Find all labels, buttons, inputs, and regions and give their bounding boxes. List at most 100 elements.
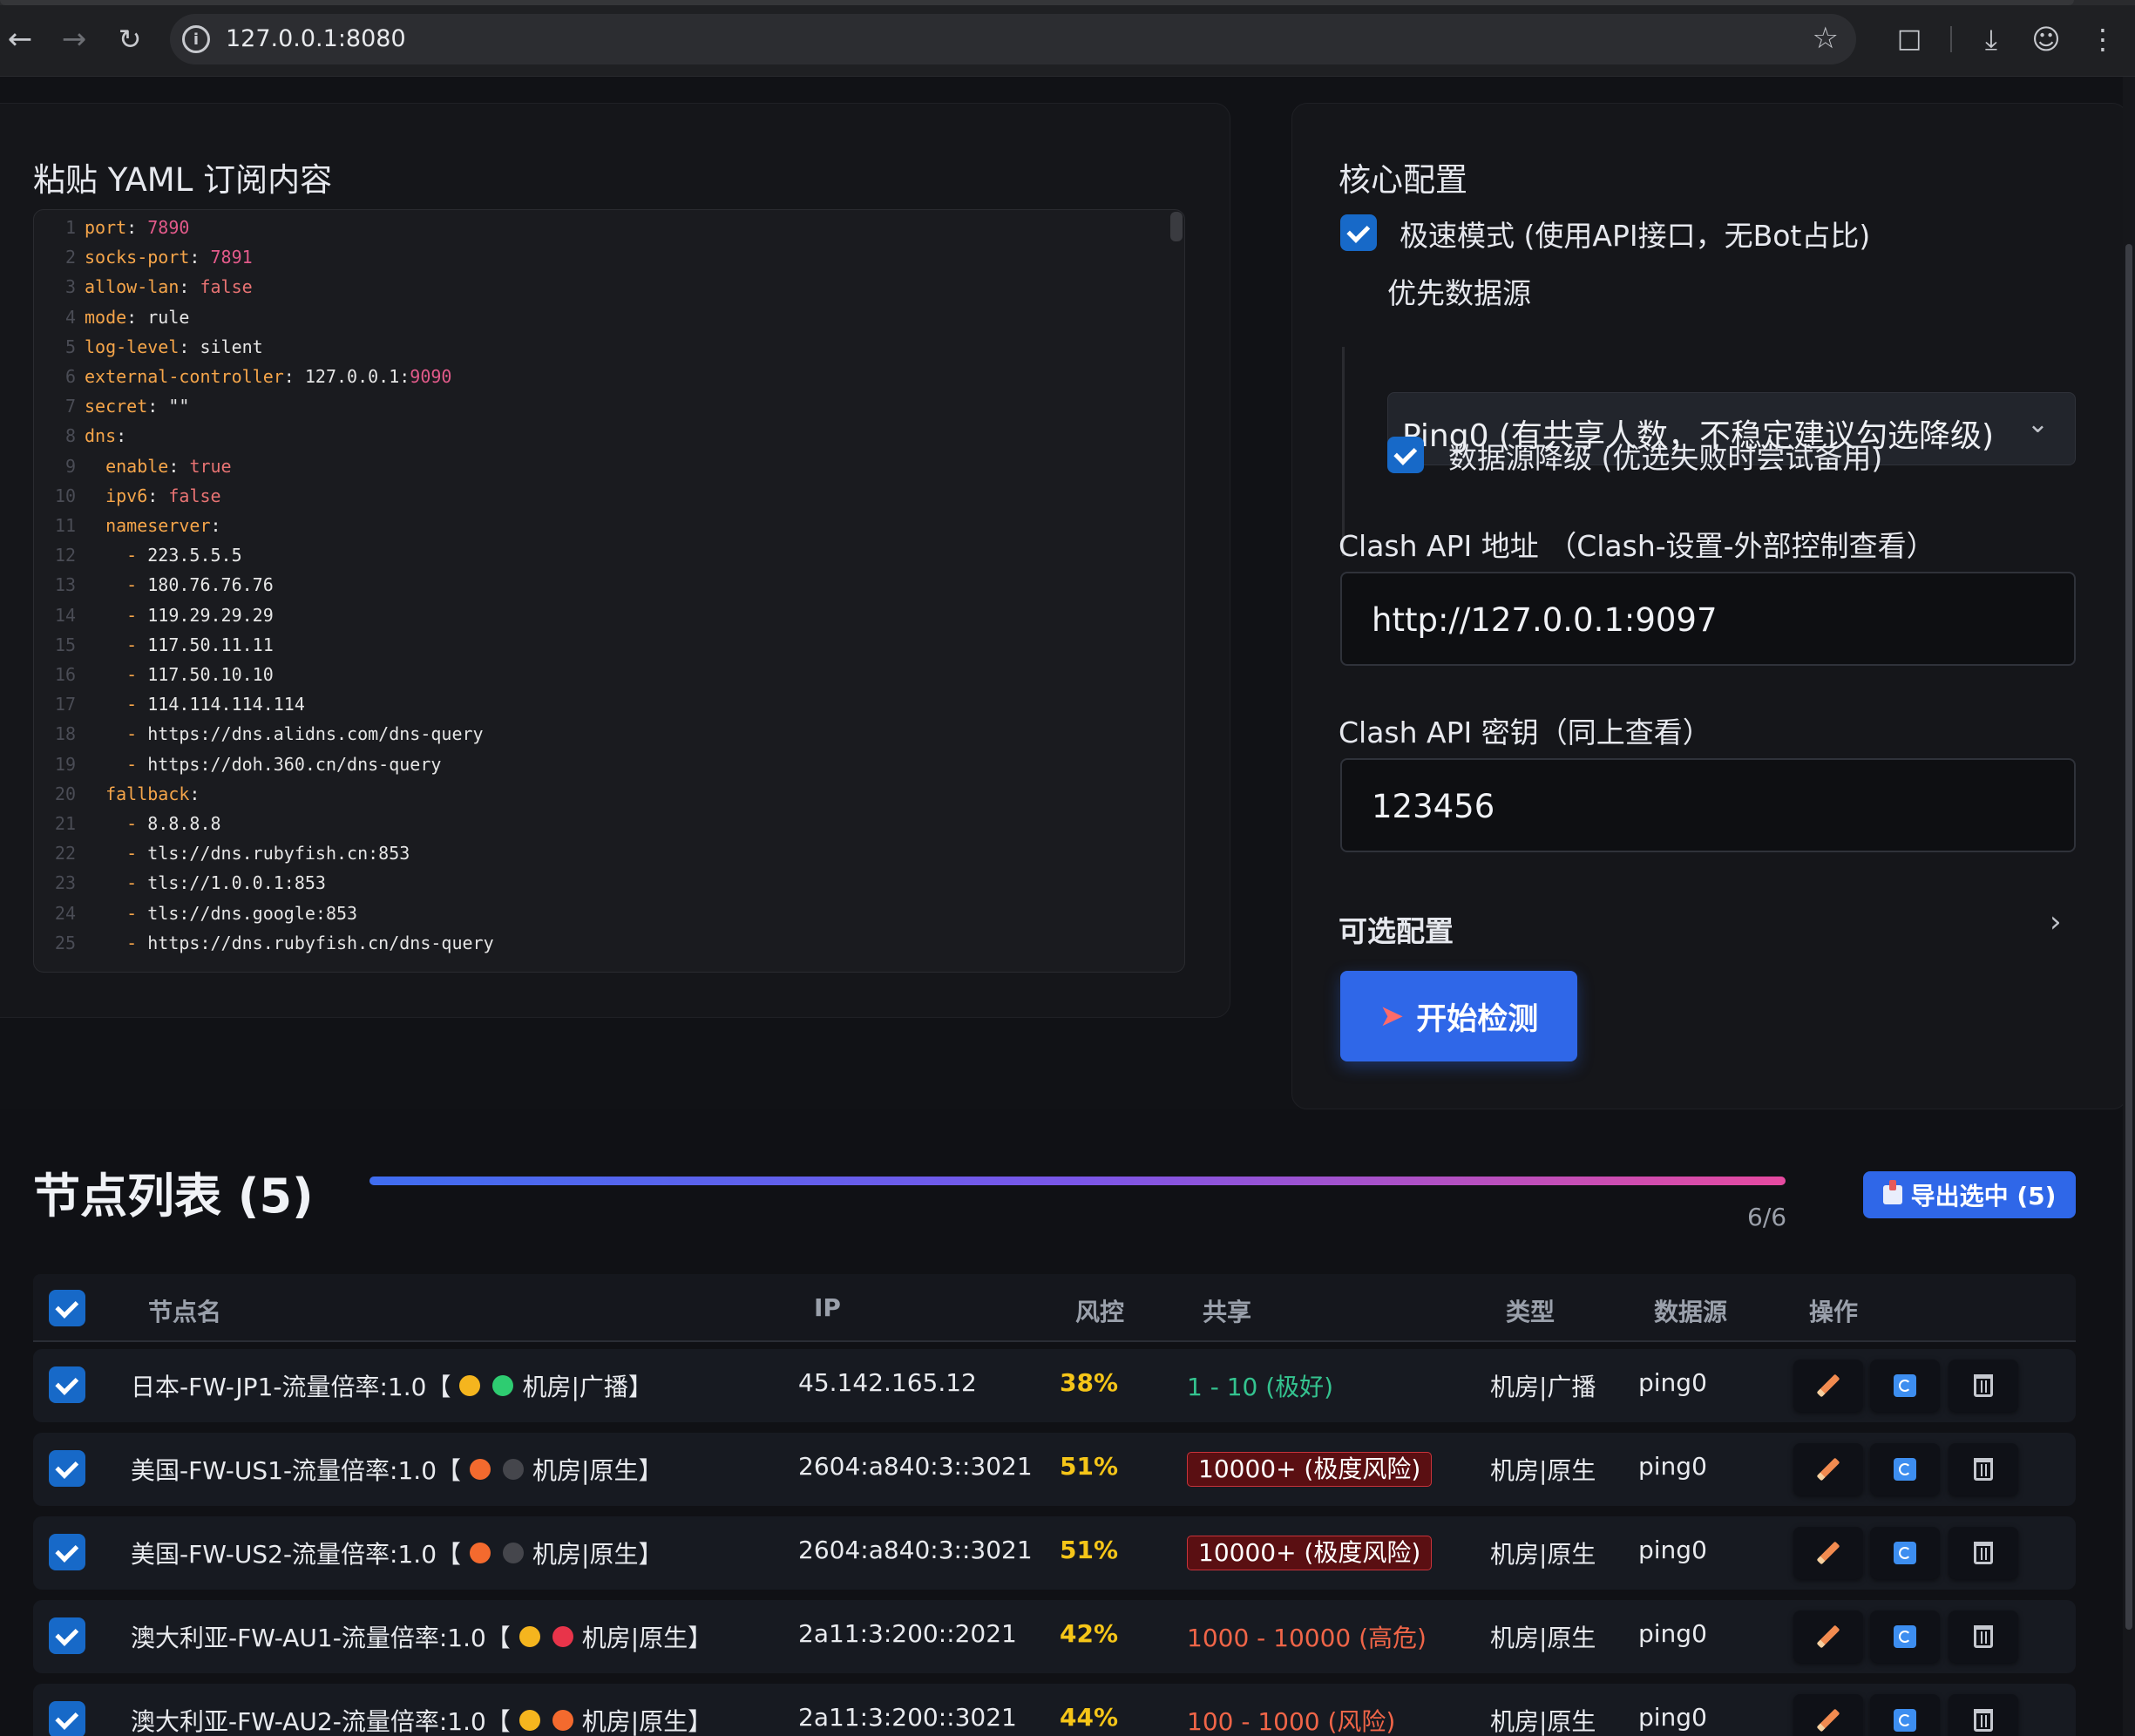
status-dot-icon [503, 1543, 525, 1563]
select-all-checkbox[interactable] [49, 1290, 85, 1326]
code-line[interactable]: 25 - https://dns.rubyfish.cn/dns-query [34, 932, 1167, 962]
delete-button[interactable] [1949, 1611, 2018, 1663]
row-checkbox[interactable] [49, 1366, 85, 1403]
code-token: mode [85, 306, 127, 328]
code-line[interactable]: 11 nameserver: [34, 515, 1167, 545]
edit-button[interactable] [1793, 1694, 1863, 1736]
code-token: tls://dns.google:853 [147, 902, 358, 924]
recheck-button[interactable] [1870, 1611, 1940, 1663]
api-secret-input[interactable]: 123456 [1340, 758, 2076, 852]
header-name[interactable]: 节点名 [148, 1293, 221, 1328]
recheck-button[interactable] [1870, 1443, 1940, 1495]
table-row[interactable]: 美国-FW-US1-流量倍率:1.0【 机房|原生】 2604:a840:3::30… [33, 1433, 2076, 1506]
header-type[interactable]: 类型 [1506, 1293, 1555, 1328]
export-selected-button[interactable]: 导出选中 (5) [1863, 1171, 2076, 1218]
code-line[interactable]: 9 enable: true [34, 456, 1167, 485]
delete-button[interactable] [1949, 1443, 2018, 1495]
code-line[interactable]: 3 allow-lan: false [34, 276, 1167, 306]
code-token: enable [105, 455, 169, 477]
row-checkbox[interactable] [49, 1450, 85, 1487]
page-scrollbar[interactable] [2123, 77, 2135, 1736]
code-line[interactable]: 4 mode: rule [34, 307, 1167, 336]
code-token: : [168, 455, 190, 477]
code-line[interactable]: 24 - tls://dns.google:853 [34, 903, 1167, 932]
active-tab[interactable] [0, 0, 2074, 5]
chevron-right-icon[interactable]: › [2050, 905, 2062, 939]
header-source[interactable]: 数据源 [1654, 1293, 1727, 1328]
code-line[interactable]: 10 ipv6: false [34, 485, 1167, 515]
address-bar[interactable]: i 127.0.0.1:8080 ☆ [170, 14, 1856, 64]
recheck-button[interactable] [1870, 1360, 1940, 1412]
code-token: log-level [85, 336, 180, 357]
menu-kebab-icon[interactable]: ⋮ [2083, 19, 2123, 59]
code-line[interactable]: 6 external-controller: 127.0.0.1:9090 [34, 366, 1167, 396]
page-scrollbar-thumb[interactable] [2125, 244, 2132, 1630]
node-name-prefix: 美国-FW-US1-流量倍率:1.0【 [131, 1456, 462, 1485]
extensions-icon[interactable]: □ [1889, 19, 1929, 59]
start-check-button[interactable]: ➤ 开始检测 [1340, 971, 1577, 1061]
node-ip: 2a11:3:200::2021 [798, 1619, 1017, 1648]
site-info-icon[interactable]: i [182, 25, 210, 53]
line-number: 13 [54, 574, 76, 596]
code-line[interactable]: 14 - 119.29.29.29 [34, 605, 1167, 634]
code-token: 180.76.76.76 [147, 574, 274, 596]
code-line[interactable]: 19 - https://doh.360.cn/dns-query [34, 754, 1167, 783]
recheck-button[interactable] [1870, 1527, 1940, 1579]
code-line[interactable]: 5 log-level: silent [34, 336, 1167, 366]
table-row[interactable]: 澳大利亚-FW-AU1-流量倍率:1.0【 机房|原生】 2a11:3:200::2… [33, 1600, 2076, 1673]
fallback-checkbox[interactable] [1387, 437, 1424, 473]
code-text: - tls://dns.rubyfish.cn:853 [85, 843, 410, 864]
code-line[interactable]: 16 - 117.50.10.10 [34, 664, 1167, 694]
delete-button[interactable] [1949, 1360, 2018, 1412]
header-risk[interactable]: 风控 [1075, 1293, 1124, 1328]
table-row[interactable]: 美国-FW-US2-流量倍率:1.0【 机房|原生】 2604:a840:3::30… [33, 1516, 2076, 1590]
code-line[interactable]: 23 - tls://1.0.0.1:853 [34, 872, 1167, 902]
delete-button[interactable] [1949, 1694, 2018, 1736]
status-dot-icon [459, 1375, 481, 1396]
table-row[interactable]: 澳大利亚-FW-AU2-流量倍率:1.0【 机房|原生】 2a11:3:200::3… [33, 1684, 2076, 1736]
code-line[interactable]: 22 - tls://dns.rubyfish.cn:853 [34, 843, 1167, 872]
optional-config-toggle[interactable]: 可选配置 [1339, 908, 1454, 950]
address-url[interactable]: 127.0.0.1:8080 [226, 25, 406, 52]
header-share[interactable]: 共享 [1203, 1293, 1251, 1328]
code-line[interactable]: 1 port: 7890 [34, 217, 1167, 247]
table-row[interactable]: 日本-FW-JP1-流量倍率:1.0【 机房|广播】 45.142.165.12 38… [33, 1349, 2076, 1422]
code-line[interactable]: 13 - 180.76.76.76 [34, 574, 1167, 604]
edit-button[interactable] [1793, 1360, 1863, 1412]
row-checkbox[interactable] [49, 1701, 85, 1736]
edit-button[interactable] [1793, 1443, 1863, 1495]
profile-icon[interactable]: ☺ [2026, 19, 2066, 59]
recheck-button[interactable] [1870, 1694, 1940, 1736]
node-type: 机房|广播 [1490, 1373, 1596, 1401]
forward-arrow-icon[interactable]: → [54, 19, 94, 59]
code-line[interactable]: 17 - 114.114.114.114 [34, 694, 1167, 723]
code-line[interactable]: 8 dns: [34, 425, 1167, 455]
code-line[interactable]: 7 secret: "" [34, 396, 1167, 425]
row-checkbox[interactable] [49, 1534, 85, 1570]
editor-scrollbar[interactable] [1170, 212, 1183, 241]
header-ip[interactable]: IP [814, 1293, 841, 1322]
code-line[interactable]: 21 - 8.8.8.8 [34, 813, 1167, 843]
fast-mode-checkbox[interactable] [1340, 214, 1377, 251]
row-checkbox[interactable] [49, 1617, 85, 1654]
code-text: socks-port: 7891 [85, 247, 253, 268]
edit-button[interactable] [1793, 1611, 1863, 1663]
code-line[interactable]: 20 fallback: [34, 783, 1167, 813]
back-arrow-icon[interactable]: ← [0, 19, 40, 59]
code-line[interactable]: 18 - https://dns.alidns.com/dns-query [34, 723, 1167, 753]
delete-button[interactable] [1949, 1527, 2018, 1579]
code-text: - 223.5.5.5 [85, 545, 241, 566]
code-line[interactable]: 12 - 223.5.5.5 [34, 545, 1167, 574]
code-token: dns [85, 425, 117, 447]
edit-button[interactable] [1793, 1527, 1863, 1579]
yaml-editor[interactable]: 1 port: 7890 2 socks-port: 7891 3 allow-lan: … [33, 209, 1185, 973]
code-token: - [126, 813, 148, 834]
code-line[interactable]: 15 - 117.50.11.11 [34, 634, 1167, 664]
api-url-input[interactable]: http://127.0.0.1:9097 [1340, 572, 2076, 666]
bookmark-star-icon[interactable]: ☆ [1813, 21, 1839, 56]
download-icon[interactable]: ⤓ [1971, 19, 2011, 59]
node-name-suffix: 机房|原生】 [532, 1540, 663, 1569]
code-line[interactable]: 2 socks-port: 7891 [34, 247, 1167, 276]
header-action: 操作 [1809, 1298, 1859, 1326]
reload-icon[interactable]: ↻ [110, 19, 150, 59]
